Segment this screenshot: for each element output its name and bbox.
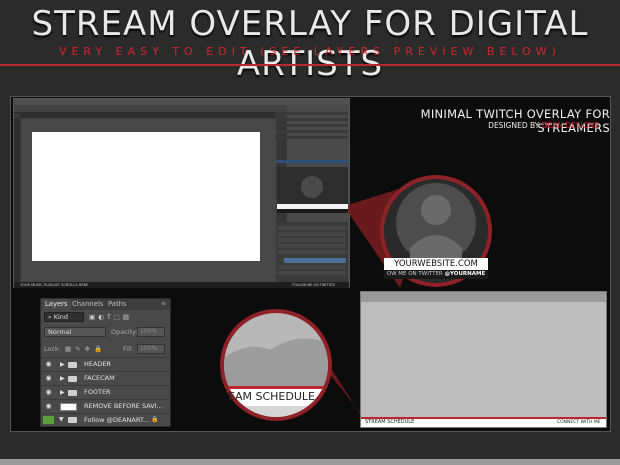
folder-icon xyxy=(68,362,77,368)
designer-name: DEAN DESIGNS xyxy=(541,121,599,130)
opacity-input[interactable]: 100% xyxy=(137,327,165,337)
ps-panel-rows xyxy=(276,112,348,163)
ps-facecam-label-bar xyxy=(277,204,348,209)
facecam-follow-handle: @YOURNAME xyxy=(444,271,486,277)
fill-label: Fill: xyxy=(123,345,134,353)
panel-menu-icon[interactable]: ≡ xyxy=(161,300,166,307)
visibility-eye-icon[interactable] xyxy=(43,416,54,424)
filter-kind-select[interactable]: ⌕ Kind xyxy=(44,312,84,322)
tab-channels[interactable]: Channels xyxy=(72,299,103,310)
layer-name: FACECAM xyxy=(84,374,115,382)
layer-name: REMOVE BEFORE SAVI... xyxy=(84,402,163,410)
preview-header-bar xyxy=(361,292,606,302)
visibility-eye-icon[interactable]: ◉ xyxy=(44,375,53,382)
collapse-arrow-icon[interactable]: ▼ xyxy=(59,416,64,423)
visibility-eye-icon[interactable]: ◉ xyxy=(44,361,53,368)
layer-row-footer[interactable]: ◉ ▶ FOOTER xyxy=(41,385,170,399)
filter-icons[interactable]: ▣◐T⬚▤ xyxy=(89,312,167,322)
folder-icon xyxy=(68,417,77,423)
lock-icons[interactable]: ▦✎✥🔒 xyxy=(65,344,106,354)
schedule-zoom-label: EAM SCHEDULE xyxy=(228,390,315,403)
layer-thumbnail xyxy=(60,403,77,411)
kind-label: Kind xyxy=(53,313,69,321)
opacity-label: Opacity: xyxy=(111,328,138,336)
expand-arrow-icon[interactable]: ▶ xyxy=(60,361,65,368)
facecam-avatar-head xyxy=(421,195,451,225)
layer-row-header[interactable]: ◉ ▶ HEADER xyxy=(41,357,170,371)
layer-row-follow[interactable]: ▼ Follow @DEANART... 🔒 xyxy=(41,413,170,426)
layer-row-facecam[interactable]: ◉ ▶ FACECAM xyxy=(41,371,170,385)
blend-mode-select[interactable]: Normal xyxy=(44,327,106,337)
tab-paths[interactable]: Paths xyxy=(108,299,126,310)
facecam-follow-text: OW ME ON TWITTER @YOURNAME xyxy=(384,269,488,279)
expand-arrow-icon[interactable]: ▶ xyxy=(60,375,65,382)
facecam-follow-prefix: OW ME ON TWITTER xyxy=(386,271,443,277)
visibility-eye-icon[interactable]: ◉ xyxy=(44,389,53,396)
visibility-eye-icon[interactable]: ◉ xyxy=(44,403,53,410)
lock-icon: 🔒 xyxy=(151,416,159,423)
preview-schedule: STREAM SCHEDULE xyxy=(365,419,415,425)
designed-by: DESIGNED BY DEAN DESIGNS xyxy=(360,121,599,130)
fill-input[interactable]: 100% xyxy=(137,344,165,354)
folder-icon xyxy=(68,376,77,382)
layer-name: Follow @DEANART... xyxy=(84,416,150,424)
folder-icon xyxy=(68,390,77,396)
stream-preview: STREAM SCHEDULE CONNECT WITH ME xyxy=(360,291,607,428)
ps-facecam-avatar xyxy=(301,176,323,198)
layer-name: FOOTER xyxy=(84,388,111,396)
layer-name: HEADER xyxy=(84,360,112,368)
lock-label: Lock: xyxy=(44,345,62,353)
expand-arrow-icon[interactable]: ▶ xyxy=(60,389,65,396)
layer-row-remove[interactable]: ◉ REMOVE BEFORE SAVI... xyxy=(41,399,170,413)
tab-layers[interactable]: Layers xyxy=(42,299,71,310)
designed-by-label: DESIGNED BY xyxy=(488,121,540,130)
preview-connect: CONNECT WITH ME xyxy=(557,420,601,425)
bottom-strip xyxy=(0,459,620,465)
layers-panel: Layers Channels Paths ≡ ⌕ Kind ▣◐T⬚▤ Nor… xyxy=(40,298,171,427)
ps-layers-rows xyxy=(276,222,348,282)
